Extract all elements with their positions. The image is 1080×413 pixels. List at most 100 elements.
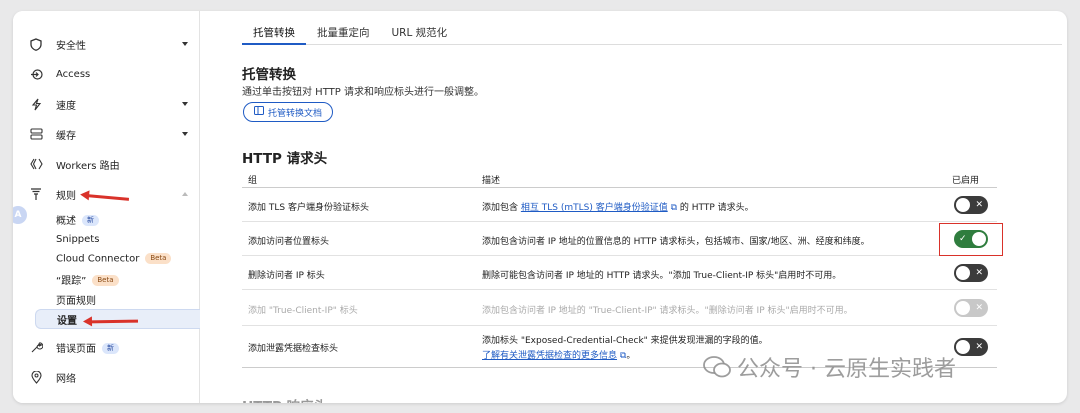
sidebar-item-workers-routes[interactable]: Workers 路由 (13, 151, 200, 177)
toggle-switch[interactable]: ✕ (954, 196, 988, 214)
http-request-headers-table: 组 描述 已启用 添加 TLS 客户端身份验证标头 添加包含 相互 TLS (m… (242, 171, 1003, 368)
mtls-link[interactable]: 相互 TLS (mTLS) 客户端身份验证值 (521, 203, 668, 213)
external-link-icon: ⧉ (617, 351, 627, 361)
column-header-group: 组 (248, 176, 258, 186)
sidebar-item-label: 网络 (56, 373, 76, 385)
row-group: 添加访问者位置标头 (248, 237, 330, 247)
column-header-description: 描述 (482, 176, 501, 186)
x-icon: ✕ (975, 268, 983, 278)
rules-icon (29, 187, 43, 201)
chevron-down-icon (182, 132, 188, 136)
sidebar-item-access[interactable]: Access (13, 61, 200, 87)
sidebar-item-speed[interactable]: 速度 (13, 91, 200, 117)
docs-button[interactable]: 托管转换文档 (243, 102, 334, 122)
wrench-icon (29, 340, 43, 354)
workers-icon (29, 157, 43, 171)
x-icon: ✕ (975, 303, 983, 313)
lightning-icon (29, 97, 43, 111)
page-description: 通过单击按钮对 HTTP 请求和响应标头进行一般调整。 (242, 87, 484, 98)
chevron-down-icon (182, 42, 188, 46)
sidebar-subitem-trace[interactable]: “跟踪” Beta (35, 269, 200, 289)
sidebar-subitem-label: “跟踪” (56, 275, 87, 287)
sidebar-item-label: 规则 (56, 190, 76, 202)
toggle-knob (956, 198, 970, 212)
toggle-switch: ✕ (954, 299, 988, 317)
tab-managed-transforms[interactable]: 托管转换 (242, 11, 306, 45)
sidebar-subitem-page-rules[interactable]: 页面规则 (35, 289, 200, 309)
new-badge: 新 (102, 343, 119, 354)
table-row: 添加访问者位置标头 添加包含访问者 IP 地址的位置信息的 HTTP 请求标头，… (242, 222, 1003, 256)
toggle-switch[interactable]: ✕ (954, 264, 988, 282)
sidebar-subitem-label: 页面规则 (56, 295, 96, 307)
table-row: 添加 "True-Client-IP" 标头 添加包含访问者 IP 地址的 "T… (242, 290, 997, 326)
x-icon: ✕ (975, 342, 983, 352)
row-description: 删除可能包含访问者 IP 地址的 HTTP 请求头。"添加 True-Clien… (482, 271, 842, 281)
watermark-text: 公众号 · 云原生实践者 (737, 357, 956, 382)
table-row: 添加 TLS 客户端身份验证标头 添加包含 相互 TLS (mTLS) 客户端身… (242, 188, 997, 222)
sidebar-subitem-label: Cloud Connector (56, 253, 140, 265)
sidebar-item-security[interactable]: 安全性 (13, 31, 200, 57)
sidebar-item-network[interactable]: 网络 (13, 364, 200, 390)
sidebar-item-cache[interactable]: 缓存 (13, 121, 200, 147)
watermark: 公众号 · 云原生实践者 (703, 351, 956, 383)
toggle-knob (956, 301, 970, 315)
page-title: 托管转换 (242, 67, 296, 83)
row-description: 添加包含访问者 IP 地址的位置信息的 HTTP 请求标头，包括城市、国家/地区… (482, 237, 870, 247)
location-pin-icon (29, 370, 43, 384)
toggle-switch[interactable]: ✕ (954, 338, 988, 356)
toggle-knob (956, 266, 970, 280)
sidebar-subitem-label: 概述 (56, 215, 76, 227)
sidebar-subitem-label: 设置 (57, 315, 77, 327)
document-icon (254, 106, 264, 118)
sidebar-subitem-overview[interactable]: 概述新 (35, 209, 200, 229)
main-content: 托管转换 批量重定向 URL 规范化 托管转换 通过单击按钮对 HTTP 请求和… (201, 11, 1067, 403)
table-header: 组 描述 已启用 (242, 171, 997, 188)
section-title-http-request-headers: HTTP 请求头 (242, 151, 328, 167)
sidebar-item-label: 缓存 (56, 130, 76, 142)
sidebar-item-label: Access (56, 68, 91, 80)
sidebar-item-rules[interactable]: 规则 (13, 181, 200, 207)
chevron-up-icon (182, 192, 188, 196)
tab-bulk-redirects[interactable]: 批量重定向 (306, 11, 381, 45)
beta-badge: Beta (92, 275, 119, 286)
beta-badge: Beta (145, 253, 172, 265)
toggle-knob (956, 340, 970, 354)
row-group: 删除访问者 IP 标头 (248, 271, 325, 281)
external-link-icon: ⧉ (667, 203, 677, 213)
row-description: 添加包含 相互 TLS (mTLS) 客户端身份验证值 ⧉ 的 HTTP 请求头… (482, 200, 754, 213)
app-window: 安全性 Access 速度 缓存 Workers 路由 规则 A 概述 新 Sn… (13, 11, 1067, 403)
tab-bar: 托管转换 批量重定向 URL 规范化 (242, 11, 1062, 45)
row-description-text: 添加包含 (482, 203, 521, 213)
sidebar-item-label: Workers 路由 (56, 160, 120, 172)
access-icon (29, 67, 43, 81)
wechat-icon (703, 356, 731, 378)
tab-url-normalization[interactable]: URL 规范化 (381, 11, 459, 45)
section-title-http-response-headers: HTTP 响应头 (242, 395, 327, 403)
row-group: 添加 TLS 客户端身份验证标头 (248, 203, 369, 213)
sidebar-item-label: 安全性 (56, 40, 86, 52)
sidebar-subitem-label: Snippets (56, 233, 100, 245)
sidebar-item-error-pages[interactable]: 错误页面新 (13, 334, 200, 360)
chevron-down-icon (182, 102, 188, 106)
table-row: 删除访问者 IP 标头 删除可能包含访问者 IP 地址的 HTTP 请求头。"添… (242, 256, 997, 290)
row-description: 添加标头 "Exposed-Credential-Check" 来提供发现泄漏的… (482, 336, 768, 346)
new-badge: 新 (82, 215, 99, 226)
avatar: A (13, 206, 27, 224)
sidebar-item-label: 错误页面 (56, 343, 96, 355)
row-description-link-line: 了解有关泄露凭据检查的更多信息 ⧉。 (482, 351, 636, 361)
row-description: 添加包含访问者 IP 地址的 "True-Client-IP" 请求标头。"删除… (482, 306, 853, 316)
sidebar-subitem-snippets[interactable]: Snippets (35, 229, 200, 249)
row-description-text: 的 HTTP 请求头。 (677, 203, 754, 213)
exposed-credential-learn-more-link[interactable]: 了解有关泄露凭据检查的更多信息 (482, 351, 617, 361)
cache-icon (29, 127, 43, 141)
annotation-highlight-box (939, 223, 1003, 256)
sidebar-subitem-cloud-connector[interactable]: Cloud Connector Beta (35, 249, 200, 269)
docs-button-label: 托管转换文档 (268, 108, 323, 119)
sidebar: 安全性 Access 速度 缓存 Workers 路由 规则 A 概述 新 Sn… (13, 11, 200, 403)
shield-icon (29, 37, 43, 51)
row-group: 添加泄露凭据检查标头 (248, 344, 339, 354)
row-group: 添加 "True-Client-IP" 标头 (248, 306, 358, 316)
column-header-enabled: 已启用 (952, 176, 980, 186)
sidebar-item-label: 速度 (56, 100, 76, 112)
x-icon: ✕ (975, 200, 983, 210)
